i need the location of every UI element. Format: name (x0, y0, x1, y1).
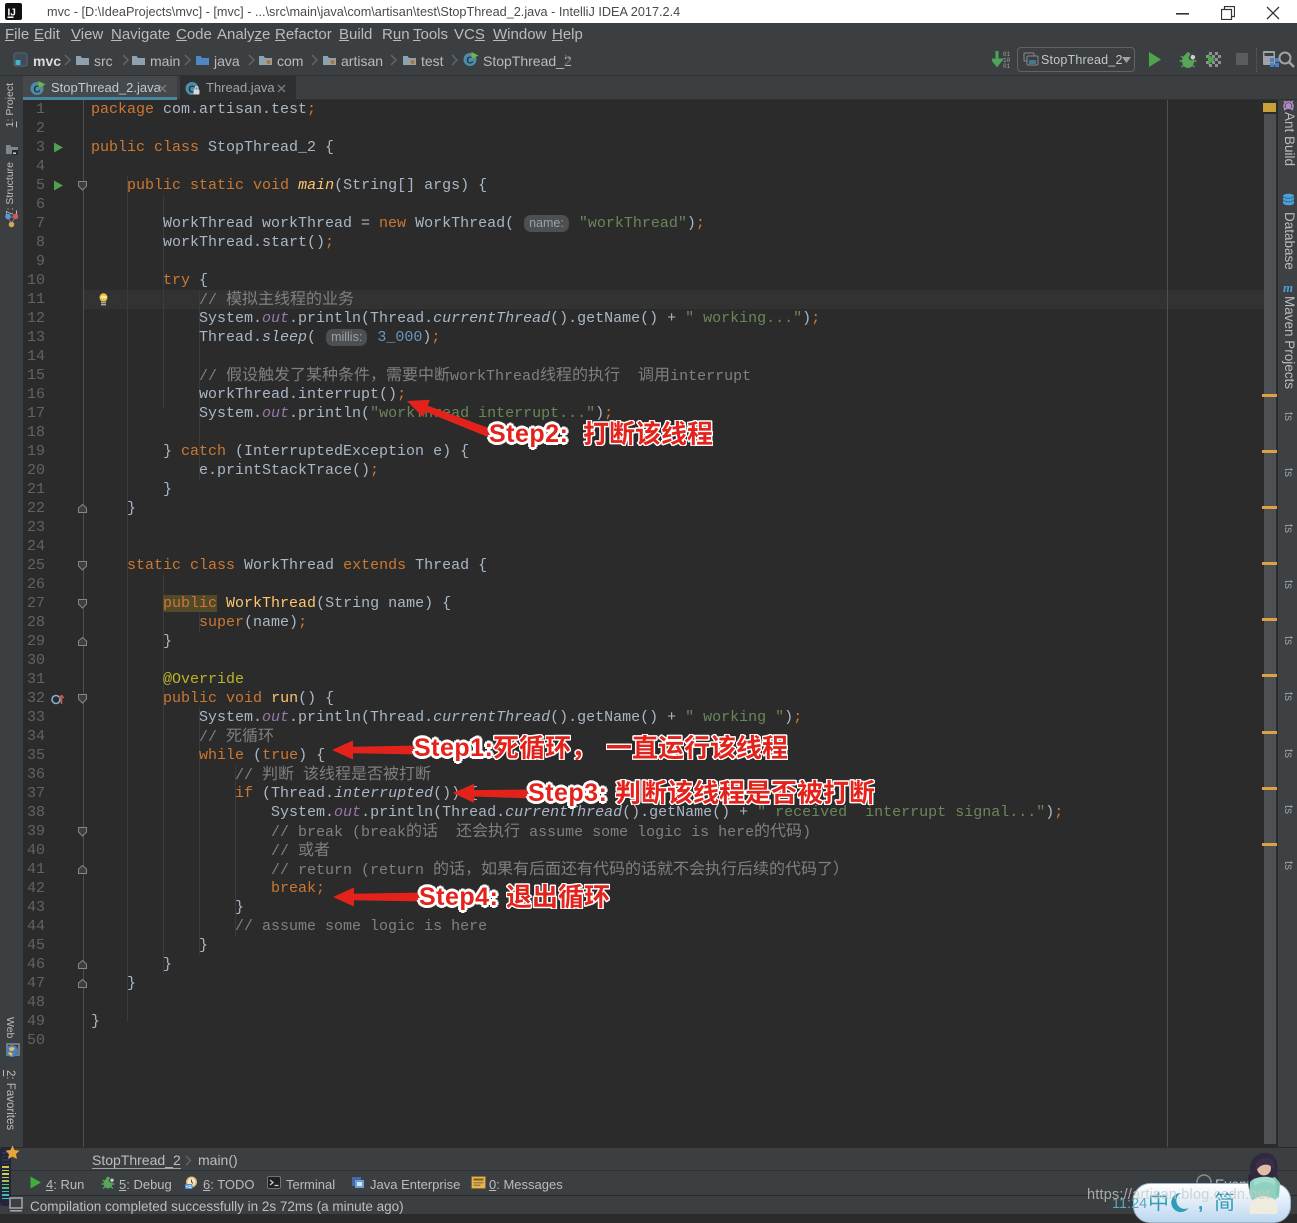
svg-text:m: m (1283, 281, 1293, 293)
svg-text:01: 01 (1003, 63, 1010, 70)
